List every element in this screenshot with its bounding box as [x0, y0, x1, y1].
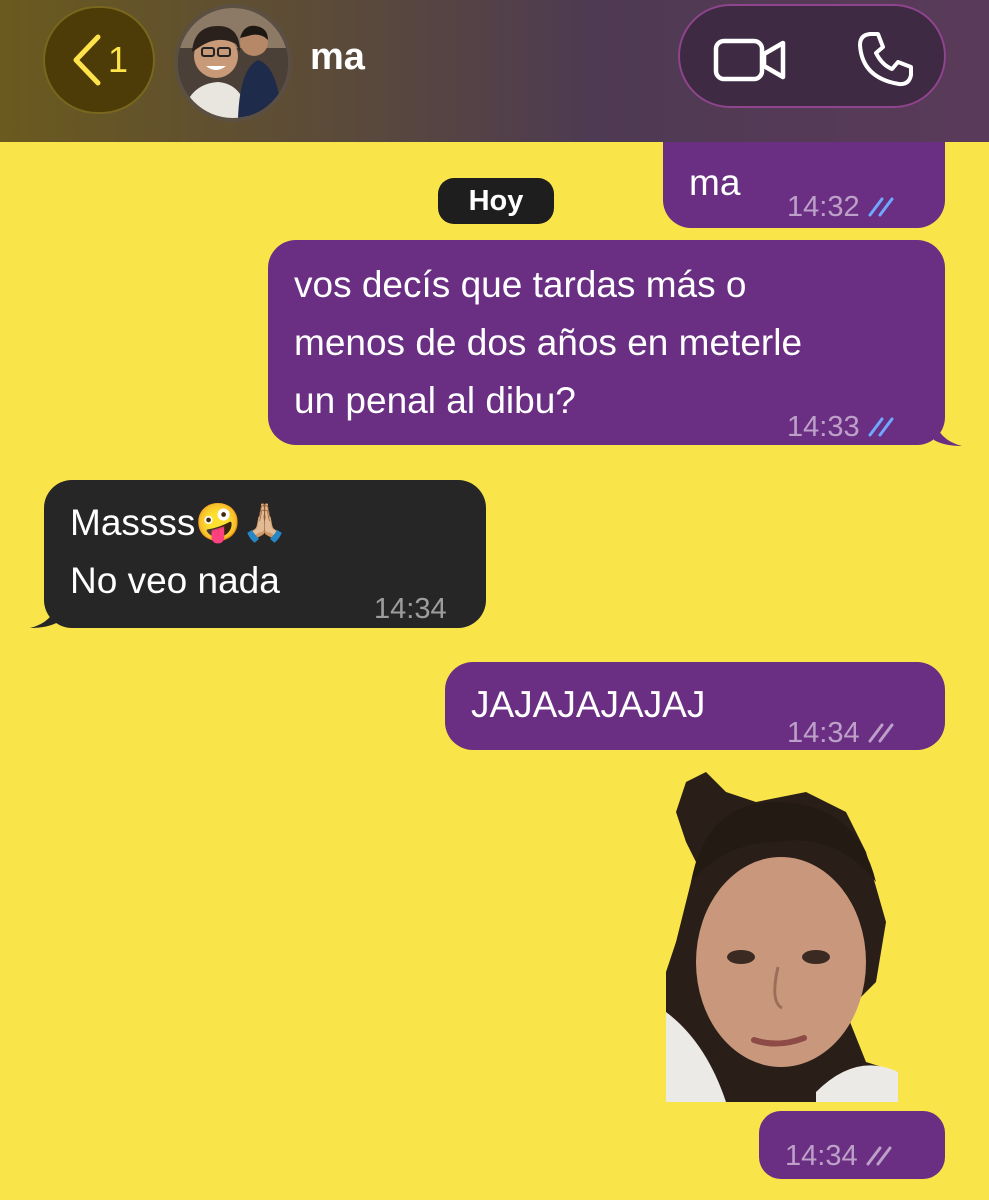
back-button[interactable]: 1 — [43, 6, 155, 114]
message-text: ma — [689, 162, 741, 203]
message-meta: 14:34 — [374, 580, 447, 638]
message-time: 14:32 — [787, 191, 860, 223]
message-text: JAJAJAJAJAJ — [471, 684, 706, 725]
message-meta: 14:34 — [787, 704, 906, 762]
message-text-line: un penal al dibu? — [294, 380, 576, 421]
message-text-line: No veo nada — [70, 560, 280, 601]
message-text-line: menos de dos años en meterle — [294, 322, 803, 363]
double-check-delivered-icon — [866, 1146, 892, 1166]
unread-count: 1 — [107, 39, 129, 80]
message-time: 14:34 — [785, 1140, 858, 1172]
double-check-delivered-icon — [868, 723, 894, 743]
bubble-tail — [30, 600, 58, 628]
message-text-line: vos decís que tardas más o — [294, 264, 747, 305]
date-separator: Hoy — [438, 178, 554, 224]
contact-name[interactable]: ma — [310, 36, 365, 79]
avatar[interactable] — [178, 8, 288, 118]
message-time: 14:34 — [787, 717, 860, 749]
chat-header: 1 ma — [0, 0, 989, 142]
sticker-meta: 14:34 — [759, 1111, 945, 1179]
photo-sticker[interactable] — [666, 772, 898, 1102]
bubble-tail — [934, 418, 962, 446]
message-outgoing[interactable]: ma 14:32 — [663, 142, 945, 228]
video-call-icon[interactable] — [713, 36, 787, 84]
double-check-read-icon — [868, 197, 894, 217]
message-meta: 14:33 — [787, 398, 906, 456]
message-incoming[interactable]: Massss🤪🙏🏼 No veo nada 14:34 — [44, 480, 486, 628]
message-outgoing[interactable]: vos decís que tardas más o menos de dos … — [268, 240, 945, 445]
message-outgoing[interactable]: JAJAJAJAJAJ 14:34 — [445, 662, 945, 750]
double-check-read-icon — [868, 417, 894, 437]
phone-call-icon[interactable] — [856, 30, 914, 88]
message-time: 14:34 — [374, 593, 447, 625]
message-meta: 14:32 — [787, 178, 906, 236]
chevron-left-icon — [73, 34, 101, 86]
message-meta: 14:34 — [785, 1127, 904, 1185]
message-time: 14:33 — [787, 411, 860, 443]
message-text-line: Massss🤪🙏🏼 — [70, 502, 288, 543]
